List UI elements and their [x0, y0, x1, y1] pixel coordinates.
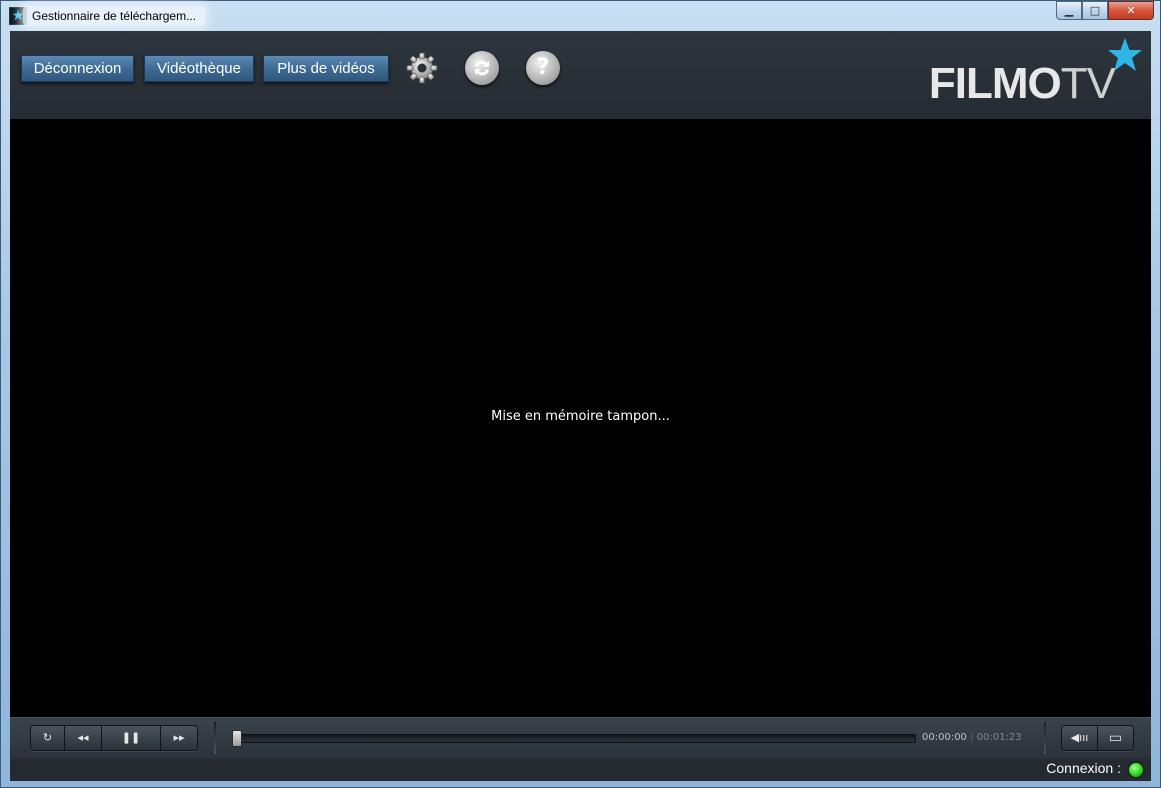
seek-bar[interactable]: [232, 734, 916, 743]
more-videos-button[interactable]: Plus de vidéos: [263, 55, 389, 82]
help-glyph: ?: [536, 55, 550, 80]
fast-forward-button[interactable]: ▸▸: [161, 726, 197, 750]
help-icon[interactable]: ?: [526, 51, 560, 85]
client-area: Déconnexion Vidéothèque Plus de vidéos ?…: [10, 31, 1151, 781]
repeat-button[interactable]: ↻: [31, 726, 65, 750]
app-header: Déconnexion Vidéothèque Plus de vidéos ?…: [10, 31, 1151, 119]
window-title: Gestionnaire de téléchargem...: [23, 6, 206, 26]
time-total: 00:01:23: [976, 732, 1022, 743]
logo-star-icon: [1108, 38, 1142, 71]
player-controls: ↻ ◂◂ ❚❚ ▸▸ 00:00:00 | 00:01:23 ◀ııı ▭: [10, 717, 1151, 760]
video-library-button[interactable]: Vidéothèque: [144, 55, 254, 82]
fullscreen-button[interactable]: ▭: [1098, 726, 1133, 750]
title-bar[interactable]: ★ Gestionnaire de téléchargem... ▁ □ ✕: [1, 1, 1160, 31]
app-window: ★ Gestionnaire de téléchargem... ▁ □ ✕ D…: [0, 0, 1161, 788]
playback-buttons: ↻ ◂◂ ❚❚ ▸▸: [30, 725, 198, 751]
volume-button[interactable]: ◀ııı: [1062, 726, 1098, 750]
video-player-area[interactable]: Mise en mémoire tampon...: [10, 119, 1151, 717]
minimize-button[interactable]: ▁: [1056, 1, 1082, 20]
logo-text-bold: FILMO: [928, 59, 1062, 108]
close-button[interactable]: ✕: [1108, 1, 1154, 20]
time-separator: |: [970, 732, 974, 743]
divider: [214, 722, 216, 754]
connection-label: Connexion :: [1046, 760, 1121, 776]
gear-icon[interactable]: [405, 51, 439, 85]
status-bar: Connexion :: [10, 759, 1151, 781]
pause-button[interactable]: ❚❚: [102, 726, 161, 750]
connection-indicator-icon: [1129, 763, 1143, 777]
filmotv-logo: FILMOTV: [928, 59, 1116, 108]
rewind-button[interactable]: ◂◂: [65, 726, 102, 750]
buffering-status: Mise en mémoire tampon...: [491, 409, 670, 424]
logout-button[interactable]: Déconnexion: [21, 55, 134, 82]
time-current: 00:00:00: [922, 732, 967, 743]
seek-handle[interactable]: [232, 730, 242, 747]
window-controls: ▁ □ ✕: [1056, 1, 1154, 21]
maximize-button[interactable]: □: [1082, 1, 1108, 20]
time-display: 00:00:00 | 00:01:23: [922, 732, 1022, 743]
refresh-icon[interactable]: [465, 51, 499, 85]
output-buttons: ◀ııı ▭: [1061, 725, 1134, 751]
divider: [1044, 722, 1046, 754]
